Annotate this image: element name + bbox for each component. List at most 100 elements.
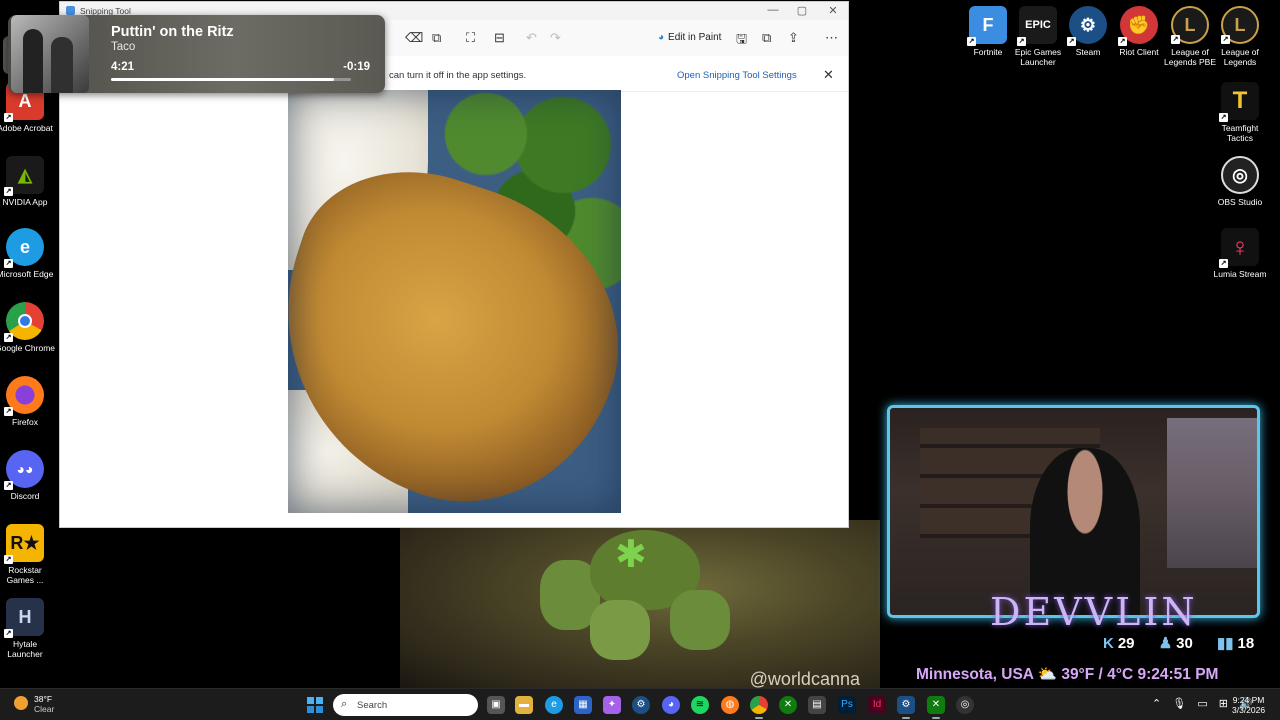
store-icon[interactable]: ▦ <box>574 696 592 714</box>
song-title: Puttin' on the Ritz <box>111 24 234 40</box>
chrome-icon: ↗ <box>4 302 44 342</box>
desktop-icon-lol[interactable]: L ↗ League of Legends <box>1210 6 1270 67</box>
song-artist: Taco <box>111 41 136 53</box>
stat-followers: K 29 <box>1103 635 1145 652</box>
media-overlay[interactable]: Puttin' on the Ritz Taco 4:21 -0:19 <box>8 15 385 93</box>
task-view-icon[interactable]: ▣ <box>487 696 505 714</box>
stat-viewers: ♟ 30 <box>1159 635 1203 652</box>
maximize-button[interactable]: ▢ <box>789 4 815 17</box>
edit-in-paint-label: Edit in Paint <box>668 32 722 43</box>
chevron-up-icon[interactable]: ⌃ <box>1152 698 1161 710</box>
desktop-icon-label: League of Legends <box>1221 47 1259 67</box>
firefox-icon[interactable]: ◍ <box>721 696 739 714</box>
desktop-icon-discord[interactable]: ◕◕ ↗ Discord <box>0 450 55 501</box>
epic-icon: EPIC ↗ <box>1017 6 1057 46</box>
edit-in-paint-button[interactable]: ◕ Edit in Paint <box>658 32 721 43</box>
clock[interactable]: 9:24 PM 3/3/2026 <box>1232 695 1265 715</box>
desktop-icon-hytale[interactable]: H ↗ Hytale Launcher <box>0 598 55 659</box>
file-explorer-icon[interactable]: ▬ <box>515 696 533 714</box>
clock-date: 3/3/2026 <box>1232 705 1266 715</box>
wallpaper-watermark: @worldcanna <box>749 669 860 689</box>
obs-icon[interactable]: ◎ <box>956 696 974 714</box>
desktop-icon-teamfight-tactics[interactable]: T ↗ Teamfight Tactics <box>1210 82 1270 143</box>
discord-icon[interactable]: ◕ <box>662 696 680 714</box>
league-icon: L ↗ <box>1171 6 1209 44</box>
lumia-icon: ♀ ↗ <box>1219 228 1259 268</box>
steam-window-icon[interactable]: ⚙ <box>897 696 915 719</box>
obs-icon: ◎ <box>1221 156 1259 194</box>
search-placeholder: Search <box>357 700 388 711</box>
shapes-icon[interactable]: ⧉ <box>432 30 441 46</box>
desktop-icon-rockstar[interactable]: R★ ↗ Rockstar Games ... <box>0 524 55 585</box>
spotify-icon[interactable]: ≋ <box>691 696 709 714</box>
weather-temp: 38°F <box>34 694 53 704</box>
desktop-icon-label: NVIDIA App <box>2 197 48 207</box>
desktop-icon-label: Google Chrome <box>0 343 56 353</box>
desktop-icon-label: Hytale Launcher <box>7 639 43 659</box>
steam-icon[interactable]: ⚙ <box>632 696 650 714</box>
wallpaper: ✱ @worldcanna <box>400 520 880 690</box>
riot-icon: ✊ ↗ <box>1118 6 1158 46</box>
search-icon: ⌕ <box>341 698 348 710</box>
album-figure <box>51 37 73 93</box>
desktop-icon-firefox[interactable]: ↗ Firefox <box>0 376 55 427</box>
desktop: ✱ @worldcanna Re A↗ Adobe Acrobat ◭↗ NVI… <box>0 0 1280 720</box>
share-icon[interactable]: ⇪ <box>788 30 799 46</box>
plate-shadow <box>288 90 621 513</box>
minimize-button[interactable]: — <box>760 4 786 16</box>
xbox-icon[interactable]: ✕ <box>779 696 797 714</box>
indesign-icon[interactable]: Id <box>868 696 886 714</box>
desktop-icon-nvidia-app[interactable]: ◭ ↗ NVIDIA App <box>0 156 55 207</box>
leaf-icon: ✱ <box>615 534 647 576</box>
eraser-icon[interactable]: ⌫ <box>405 30 423 46</box>
stream-stats: K 29 ♟ 30 ▮▮ 18 <box>1103 634 1274 652</box>
monitor-icon[interactable]: ▭ <box>1197 698 1207 710</box>
save-icon[interactable]: 🖫 <box>736 30 747 52</box>
steam-icon: ⚙ ↗ <box>1067 6 1107 46</box>
undo-icon[interactable]: ↶ <box>526 30 537 46</box>
copy-icon[interactable]: ⧉ <box>762 30 771 46</box>
turtle-leg <box>590 600 650 660</box>
start-button[interactable] <box>307 697 323 713</box>
desktop-icon-label: Rockstar Games ... <box>6 565 44 585</box>
screenshot-image <box>288 90 621 513</box>
close-notification-icon[interactable]: ✕ <box>823 67 834 83</box>
time-remaining: -0:19 <box>343 61 370 73</box>
streamer-name: DEVVLIN <box>990 590 1198 634</box>
text-actions-icon[interactable]: ⊟ <box>494 30 505 46</box>
redo-icon[interactable]: ↷ <box>550 30 561 46</box>
chrome-icon[interactable] <box>750 696 768 719</box>
progress-bar[interactable] <box>111 78 351 81</box>
notification-text: can turn it off in the app settings. <box>389 70 527 81</box>
taskbar: 38°F Clear ⌕ Search ▣ ▬ e ▦ ✦ ⚙ ◕ ≋ ◍ ✕ … <box>0 688 1280 720</box>
desktop-icon-google-chrome[interactable]: ↗ Google Chrome <box>0 302 55 353</box>
paint-icon: ◕ <box>658 32 665 43</box>
progress-fill <box>111 78 335 81</box>
open-settings-link[interactable]: Open Snipping Tool Settings <box>677 70 797 81</box>
copilot-icon[interactable]: ✦ <box>603 696 621 714</box>
stat-value: 29 <box>1117 635 1135 652</box>
weather-condition: Clear <box>34 704 55 714</box>
desktop-icon-label: Teamfight Tactics <box>1221 123 1259 143</box>
album-figure <box>23 29 43 93</box>
album-art <box>11 15 89 93</box>
edge-icon[interactable]: e <box>545 696 563 714</box>
stat-value: 18 <box>1237 635 1255 652</box>
more-options-icon[interactable]: ⋯ <box>825 30 838 46</box>
desktop-icon-obs-studio[interactable]: ◎ OBS Studio <box>1210 156 1270 207</box>
desktop-icon-label: Discord <box>10 491 40 501</box>
close-window-button[interactable]: ✕ <box>820 4 846 17</box>
crop-icon[interactable]: ⛶ <box>466 30 475 46</box>
photoshop-icon[interactable]: Ps <box>838 696 856 714</box>
time-elapsed: 4:21 <box>111 61 135 73</box>
discord-icon: ◕◕ ↗ <box>4 450 44 490</box>
network-icon[interactable]: ⊞ <box>1219 698 1228 710</box>
app-icon[interactable]: ▤ <box>808 696 826 714</box>
league-icon: L ↗ <box>1221 6 1259 44</box>
desktop-icon-label: Microsoft Edge <box>0 269 54 279</box>
desktop-icon-lumia-stream[interactable]: ♀ ↗ Lumia Stream <box>1210 228 1270 279</box>
desktop-icon-microsoft-edge[interactable]: e ↗ Microsoft Edge <box>0 228 55 279</box>
microphone-icon[interactable]: 🎙 <box>1172 698 1186 710</box>
search-box[interactable]: ⌕ Search <box>333 694 478 716</box>
xbox-app-icon[interactable]: ✕ <box>927 696 945 719</box>
